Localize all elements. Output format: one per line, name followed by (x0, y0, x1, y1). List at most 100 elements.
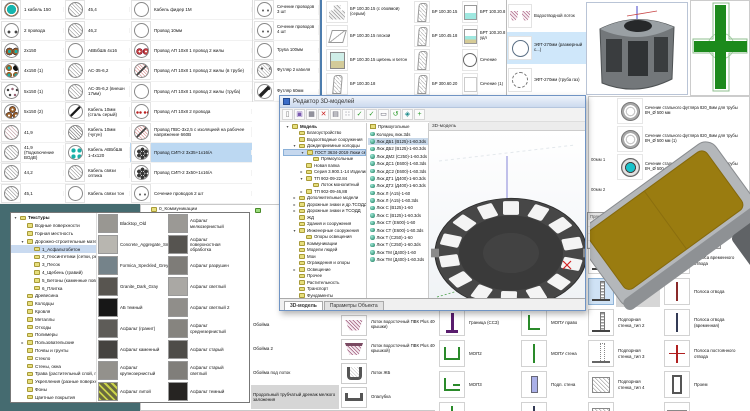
texture-item[interactable]: Formica_Speckled_Grey (98, 255, 166, 276)
section-row[interactable]: Сечение проводов 4 шт (253, 20, 319, 40)
toolbar-button-icon[interactable]: ▯ (282, 109, 293, 120)
texture-item[interactable]: АБ темный (98, 297, 166, 318)
texture-item[interactable]: Асфальт темный (168, 381, 249, 402)
fitting-left-label[interactable]: Обойма (251, 313, 339, 337)
texture-thumbnail[interactable] (168, 214, 188, 233)
texture-tree-item[interactable]: Колодцы (11, 300, 96, 308)
texture-thumbnail[interactable] (98, 214, 118, 233)
texture-tree-item[interactable]: 4_Щебень (гравий) (11, 269, 96, 277)
cable-row[interactable]: 5х150 (2) (0, 102, 64, 122)
curb-row[interactable]: БР 100.30.18 (326, 72, 414, 96)
model-file-item[interactable]: Прямоугольные (368, 123, 428, 130)
toolbar-button-icon[interactable]: ▣ (294, 109, 305, 120)
curb-row[interactable] (414, 48, 462, 72)
fitting-left-label[interactable]: Обойма 2 (251, 337, 339, 361)
flange-row[interactable]: Сечение стального футляра 820_8мм для тр… (589, 153, 749, 181)
texture-tree-item[interactable]: Укрепления (разные поверхности) (11, 378, 96, 386)
model-file-item[interactable]: Люк Т (С250)-1-60 (368, 234, 428, 241)
toolbar-button-icon[interactable]: ▤ (330, 109, 341, 120)
texture-tree-item[interactable]: Древесина (11, 292, 96, 300)
texture-thumbnail[interactable] (168, 298, 188, 317)
texture-thumbnail[interactable] (98, 298, 118, 317)
catalog-row[interactable] (662, 400, 748, 411)
texture-tree-item[interactable]: Водные поверхности (11, 222, 96, 230)
toolbar-button-icon[interactable]: ↺ (390, 109, 401, 120)
texture-tree-item[interactable]: Металлы (11, 315, 96, 323)
texture-thumbnail[interactable] (98, 382, 118, 401)
cable-row[interactable]: Кабель связи тон (64, 184, 130, 204)
model-file-item[interactable]: Люк С (В125)-1-60 (368, 204, 428, 211)
texture-tree-item[interactable]: Отходы (11, 323, 96, 331)
flange-row[interactable]: Сечение стального футляра 820_8мм для тр… (589, 97, 749, 125)
expander-icon[interactable]: ▾ (292, 143, 297, 148)
cable-row[interactable]: Кабель фидер 1М (130, 0, 252, 20)
texture-thumbnail[interactable] (98, 361, 118, 380)
curb-row[interactable]: БРТ 100.20.8 (462, 0, 508, 24)
catalog-row[interactable]: Полоса отвода (временная) (662, 307, 748, 338)
cable-row[interactable]: 2 провода (0, 20, 64, 40)
texture-tree-item[interactable]: 1_Асфальтобетон (11, 245, 96, 253)
texture-thumbnail[interactable] (168, 340, 188, 359)
expander-icon[interactable]: ▸ (292, 208, 297, 213)
editor-tab[interactable]: 3D-модель (284, 301, 323, 310)
texture-tree-item[interactable]: ▸ Пользовательские (11, 339, 96, 347)
model-file-item[interactable]: Люк ТМ (Д400)-1-60.3ds (368, 256, 428, 263)
catalog-row[interactable]: Подпорная стенка_тип 2 (586, 307, 660, 338)
catalog-row[interactable]: Проем (662, 369, 748, 400)
catalog-row[interactable]: МОП3 (437, 369, 517, 400)
section-row[interactable]: Футляр 2 кабеля (253, 61, 319, 81)
texture-tree-item[interactable]: Почвы и грунты (11, 347, 96, 355)
texture-thumbnail[interactable] (98, 340, 118, 359)
expander-icon[interactable]: ▸ (292, 195, 297, 200)
curb-row[interactable]: Сечение (1) (462, 72, 508, 96)
texture-tree-item[interactable]: ▾ Текстуры (11, 214, 96, 222)
cable-row[interactable]: Провод ПВС-3х2,5 с изоляцией на рабочее … (130, 122, 252, 142)
cable-row[interactable]: АВБбШв 4х16 (64, 41, 130, 61)
cable-row[interactable]: 4х150 (1) (0, 61, 64, 81)
texture-tree-item[interactable]: Фоны (11, 386, 96, 394)
cable-row[interactable]: АС-35-6,2 (внешн 17мм) (64, 82, 130, 102)
catalog-row[interactable] (519, 400, 584, 411)
editor-tab[interactable]: Параметры Объекта (324, 301, 384, 310)
texture-item[interactable]: Асфальт среднезернистый (168, 318, 249, 339)
cable-row[interactable]: 44,2 (0, 163, 64, 183)
texture-tree-item[interactable]: Кровля (11, 308, 96, 316)
toolbar-button-icon[interactable]: ✕ (318, 109, 329, 120)
texture-item[interactable]: Асфальт поверхностная обработка (168, 234, 249, 255)
model-file-item[interactable]: Люк Т (С250)-1-60.3ds (368, 241, 428, 248)
cable-row[interactable]: 2х150 (0, 41, 64, 61)
toolbar-button-icon[interactable]: ◈ (402, 109, 413, 120)
catalog-row[interactable]: Полоса постоянного отвода (662, 338, 748, 369)
catalog-row[interactable]: МОПУ стена (519, 338, 584, 369)
expander-icon[interactable]: ▾ (292, 228, 297, 233)
texture-thumbnail[interactable] (98, 256, 118, 275)
model-file-item[interactable]: Люк ДМ2 (С250)-1-60.3ds (368, 153, 428, 160)
expander-icon[interactable]: ▾ (285, 124, 290, 129)
cable-row[interactable]: Кабель 10мм (чугун) (64, 122, 130, 142)
curb-row[interactable]: БР 100.45.18 (414, 24, 462, 48)
model-file-item[interactable]: Люк ДТ1 (Д400)-1-60.3ds (368, 175, 428, 182)
texture-thumbnail[interactable] (168, 361, 188, 380)
curb-row[interactable]: БР 300.60.20 (414, 72, 462, 96)
cable-row[interactable]: 45,1 (0, 184, 64, 204)
texture-tree-item[interactable]: Горная местность (11, 230, 96, 238)
cable-row[interactable]: Сечение проводов 2 шт (130, 184, 252, 204)
cable-row[interactable]: АС-35-6,2 (64, 61, 130, 81)
model-file-item[interactable]: Люк ДБ2 (В125)-1-60.3ds (368, 145, 428, 152)
model-file-item[interactable]: Люк ДТ2 (Д400)-1-60.3ds (368, 182, 428, 189)
curb-row[interactable]: БР 100.30.15 (414, 0, 462, 24)
toolbar-button-icon[interactable]: + (414, 109, 425, 120)
catalog-row[interactable]: МОП2 (437, 338, 517, 369)
model-file-item[interactable]: Люк Л (А15)-1-60.3ds (368, 197, 428, 204)
cable-row[interactable]: Провод АП 10х8 1 провод 2 жилы (130, 41, 252, 61)
cable-row[interactable]: Провод АП 10х8 2 провода (130, 102, 252, 122)
model-tree-item[interactable]: ▸ Дополнительные модели (283, 195, 366, 202)
texture-item[interactable]: Асфальт (гранит) (98, 318, 166, 339)
catalog-row[interactable]: Граница (ССЗ) (437, 307, 517, 338)
section-row[interactable]: Труба 100мм (253, 41, 319, 61)
texture-tree-item[interactable]: Стекло (11, 354, 96, 362)
model-file-item[interactable]: Люк ДБ1 (В125)-1-60.3ds (368, 138, 428, 145)
cable-row[interactable]: 41,9 (0, 122, 64, 142)
window-titlebar[interactable]: Редактор 3D-моделей (280, 96, 585, 108)
catalog-row[interactable]: Подпорная стенка_тип 4 (586, 369, 660, 400)
